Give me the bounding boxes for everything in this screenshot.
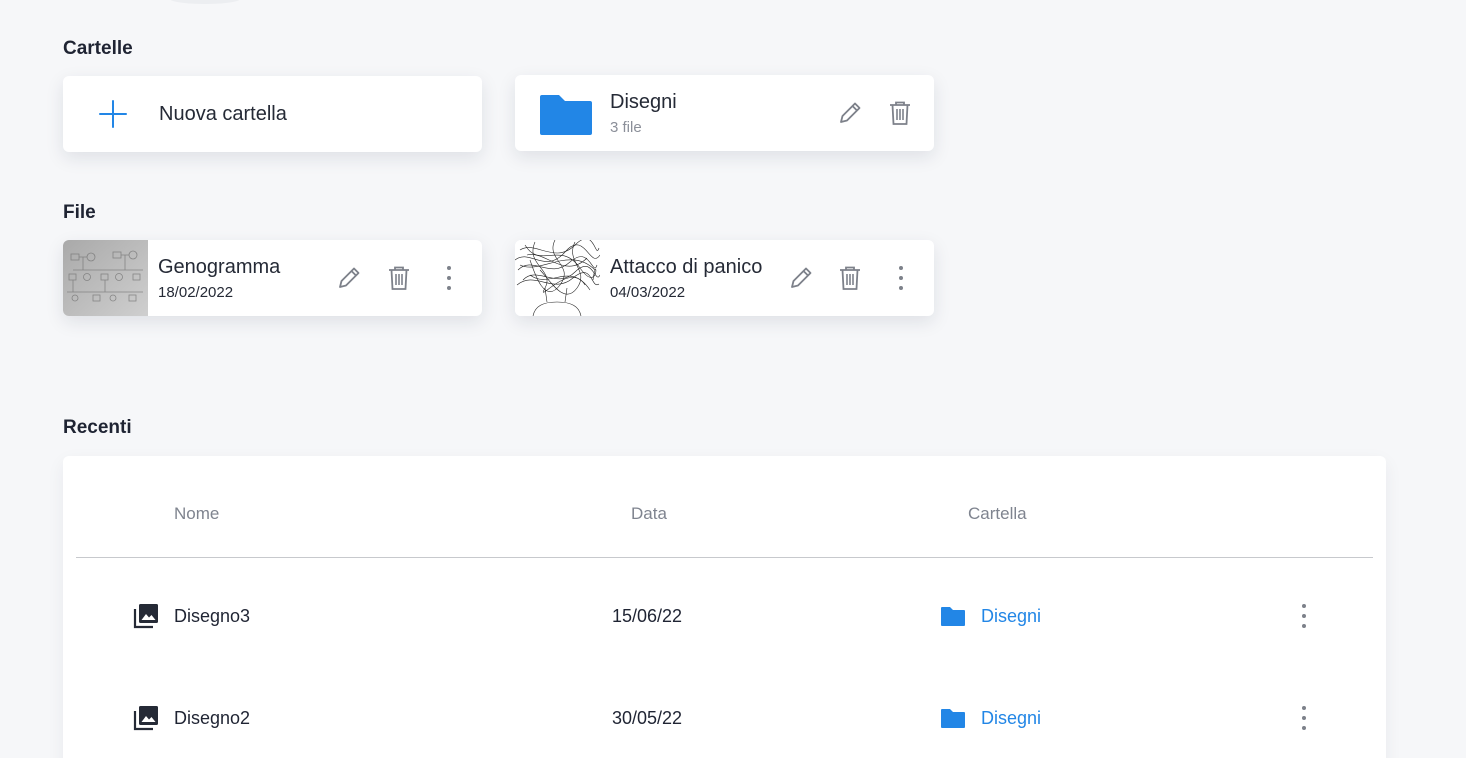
folder-icon (540, 95, 592, 135)
row-menu-icon[interactable] (1294, 703, 1314, 733)
row-folder-link[interactable]: Disegni (981, 708, 1041, 729)
delete-file-button[interactable] (835, 263, 865, 293)
row-date: 30/05/22 (612, 708, 683, 728)
folder-card-disegni[interactable]: Disegni 3 file (515, 75, 934, 151)
pencil-icon (840, 102, 861, 123)
new-folder-button[interactable]: Nuova cartella (63, 76, 482, 152)
files-section-title: File (63, 202, 96, 223)
new-folder-label: Nuova cartella (159, 103, 287, 125)
folder-icon (941, 607, 965, 626)
table-row[interactable]: Disegno3 15/06/22 Disegni (63, 586, 1386, 646)
trash-icon (890, 101, 910, 125)
trash-icon (389, 266, 409, 290)
edit-folder-button[interactable] (835, 98, 865, 128)
file-menu-icon[interactable] (891, 263, 911, 293)
folders-section-title: Cartelle (63, 38, 133, 59)
plus-icon (99, 100, 127, 128)
row-name: Disegno3 (174, 606, 251, 626)
image-collection-icon (133, 706, 158, 731)
column-header-folder[interactable]: Cartella (968, 504, 1027, 524)
delete-folder-button[interactable] (885, 98, 915, 128)
image-collection-icon (133, 604, 158, 629)
pencil-icon (791, 267, 812, 288)
file-date: 04/03/2022 (610, 284, 686, 301)
table-row[interactable]: Disegno2 30/05/22 Disegni (63, 688, 1386, 748)
row-menu-icon[interactable] (1294, 601, 1314, 631)
file-card-genogramma[interactable]: Genogramma 18/02/2022 (63, 240, 482, 316)
scribble-thumbnail (515, 240, 600, 316)
folder-file-count: 3 file (610, 119, 642, 136)
column-header-name[interactable]: Nome (174, 504, 219, 524)
genogram-thumbnail (63, 240, 148, 316)
edit-file-button[interactable] (334, 263, 364, 293)
top-shadow (170, 0, 240, 4)
row-date: 15/06/22 (612, 606, 683, 626)
row-name: Disegno2 (174, 708, 251, 728)
trash-icon (840, 266, 860, 290)
delete-file-button[interactable] (384, 263, 414, 293)
recent-table: Nome Data Cartella Disegno3 15/06/22 Dis… (63, 456, 1386, 758)
folder-name: Disegni (610, 91, 677, 113)
column-header-date[interactable]: Data (631, 504, 667, 524)
file-name: Genogramma (158, 256, 281, 278)
file-menu-icon[interactable] (439, 263, 459, 293)
pencil-icon (339, 267, 360, 288)
folder-icon (941, 709, 965, 728)
table-divider (76, 557, 1373, 558)
edit-file-button[interactable] (786, 263, 816, 293)
file-date: 18/02/2022 (158, 284, 234, 301)
file-name: Attacco di panico (610, 256, 763, 278)
row-folder-link[interactable]: Disegni (981, 606, 1041, 627)
file-card-attacco-di-panico[interactable]: Attacco di panico 04/03/2022 (515, 240, 934, 316)
recent-section-title: Recenti (63, 417, 132, 438)
